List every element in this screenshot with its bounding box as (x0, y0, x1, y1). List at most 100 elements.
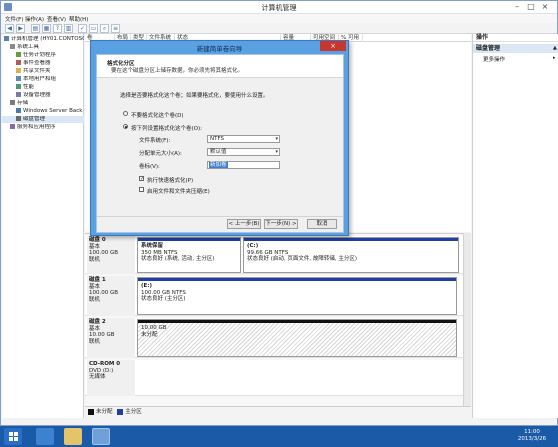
list-view-icon[interactable]: ≡ (111, 24, 120, 33)
radio-no-format-label[interactable]: 不要格式化这个卷(D) (131, 111, 184, 119)
filesystem-select[interactable]: NTFS ▾ (207, 135, 280, 143)
volume-label-input[interactable]: 新加卷 (207, 161, 280, 169)
menu-action[interactable]: 操作(A) (25, 15, 44, 23)
disk-label[interactable]: 磁盘 0 基本 100.00 GB 联机 (87, 236, 135, 274)
radio-no-format[interactable] (123, 111, 128, 116)
tree-item-label: 设备管理器 (23, 92, 51, 98)
allocation-unit-label: 分配单元大小(A): (139, 151, 182, 157)
tree-item[interactable]: 性能 (2, 84, 84, 91)
partition[interactable]: (E:) 100.00 GB NTFS 状态良好 (主分区) (137, 277, 457, 315)
tools-icon (10, 44, 15, 49)
wizard-body: 格式化分区 要在这个磁盘分区上储存数据，你必须先将其格式化。 选择是否要格式化这… (96, 54, 344, 233)
forward-icon[interactable]: ▶ (16, 24, 25, 33)
allocation-unit-value: 默认值 (210, 149, 227, 155)
partition-status: 状态良好 (主分区) (141, 296, 186, 302)
tree-item-label: 本地用户和组 (23, 76, 57, 82)
windows-logo-icon (9, 432, 18, 441)
chevron-down-icon: ▾ (275, 136, 278, 142)
folder-icon[interactable]: ▭ (89, 24, 98, 33)
quick-format-label[interactable]: 执行快速格式化(P) (147, 176, 193, 184)
disk-row: 磁盘 1 基本 100.00 GB 联机 (E:) 100.00 GB NTFS 状态良好 … (85, 276, 463, 316)
tree-item[interactable]: 磁盘管理 (2, 116, 84, 123)
tree-item[interactable]: 设备管理器 (2, 92, 84, 99)
radio-format-label[interactable]: 按下列设置格式化这个卷(O): (131, 124, 202, 132)
compression-label[interactable]: 启用文件和文件夹压缩(E) (147, 187, 210, 195)
partition-status: 状态良好 (系统, 活动, 主分区) (141, 256, 215, 262)
disk-state: 联机 (89, 296, 101, 303)
help-icon[interactable]: ? (53, 24, 62, 33)
disk-view-scrollbar[interactable] (463, 233, 471, 406)
tree-item[interactable]: 服务和应用程序 (2, 124, 84, 131)
tree-item[interactable]: Windows Server Back (2, 108, 84, 115)
actions-title: 操作 (473, 34, 558, 42)
disk-label[interactable]: 磁盘 1 基本 100.00 GB 联机 (87, 276, 135, 316)
quick-format-checkbox[interactable]: ✓ (139, 176, 144, 182)
new-simple-volume-wizard: 新建简单卷向导 × 格式化分区 要在这个磁盘分区上储存数据，你必须先将其格式化。… (90, 40, 349, 236)
properties-icon[interactable]: ▦ (42, 24, 51, 33)
title-bar: 计算机管理 – □ × (1, 1, 557, 14)
taskbar: 11:00 2013/3/26 (0, 426, 558, 447)
back-icon[interactable]: ◀ (5, 24, 14, 33)
tree-item-label: 任务计划程序 (23, 52, 57, 58)
collapse-icon[interactable]: ▲ (553, 45, 557, 51)
more-actions-link[interactable]: 更多操作 (483, 55, 505, 63)
chevron-right-icon[interactable]: ▸ (553, 55, 556, 61)
legend: 未分配 主分区 (85, 406, 471, 416)
disk-graphical-view: 磁盘 0 基本 100.00 GB 联机 系统保留 350 MB NTFS 状态良好 (系统… (85, 233, 471, 406)
computer-management-taskbar-icon[interactable] (92, 428, 110, 445)
up-icon[interactable]: ▤ (31, 24, 40, 33)
close-button[interactable]: × (539, 2, 551, 12)
tree-item-label: 服务和应用程序 (17, 124, 56, 130)
allocation-unit-select[interactable]: 默认值 ▾ (207, 148, 280, 156)
grid-icon[interactable]: ▥ (64, 24, 73, 33)
partition-color-bar (244, 238, 458, 241)
cancel-button[interactable]: 取消 (307, 219, 337, 229)
wizard-divider (97, 216, 343, 217)
compression-checkbox[interactable] (139, 187, 144, 192)
disk-label[interactable]: CD-ROM 0 DVD (D:) 无媒体 (87, 360, 135, 396)
partition[interactable]: 系统保留 350 MB NTFS 状态良好 (系统, 活动, 主分区) (137, 237, 241, 273)
next-button[interactable]: 下一步(N) > (264, 219, 298, 229)
actions-section-disk-management[interactable]: 磁盘管理 (473, 44, 558, 53)
minimize-button[interactable]: – (511, 2, 523, 12)
filesystem-label: 文件系统(F): (139, 138, 171, 144)
partition[interactable]: (C:) 99.66 GB NTFS 状态良好 (启动, 页面文件, 故障转储, 主… (243, 237, 459, 273)
tree-item[interactable]: 本地用户和组 (2, 76, 84, 83)
computer-icon (4, 36, 9, 41)
tree-item-label: 系统工具 (17, 44, 40, 50)
clock[interactable]: 11:00 2013/3/26 (510, 429, 554, 443)
tree-item[interactable]: 任务计划程序 (2, 52, 84, 59)
window-title: 计算机管理 (261, 4, 297, 12)
disk-row: CD-ROM 0 DVD (D:) 无媒体 (85, 360, 463, 396)
check-icon[interactable]: ✓ (78, 24, 87, 33)
menu-view[interactable]: 查看(V) (47, 15, 66, 23)
start-button[interactable] (4, 428, 22, 445)
tree-item[interactable]: 存储 (2, 100, 84, 107)
filesystem-value: NTFS (210, 136, 225, 142)
toolbar: ◀ ▶ ▤ ▦ ? ▥ ✓ ▭ ⌕ ≡ (1, 23, 557, 34)
tree-item[interactable]: 计算机管理 (HY01.CONTOSO (2, 36, 84, 43)
search-icon[interactable]: ⌕ (100, 24, 109, 33)
wizard-close-button[interactable]: × (320, 41, 346, 51)
clock-date: 2013/3/26 (517, 436, 547, 442)
unallocated-partition[interactable]: 10.00 GB 未分配 (137, 319, 457, 357)
file-explorer-icon[interactable] (64, 428, 82, 445)
back-button[interactable]: < 上一步(B) (227, 219, 261, 229)
disk-row: 磁盘 2 基本 10.00 GB 联机 10.00 GB 未分配 (85, 318, 463, 358)
tree-item-label: 存储 (17, 100, 29, 106)
volume-label-label: 卷标(V): (139, 164, 160, 170)
tree-item[interactable]: 事件查看器 (2, 60, 84, 67)
radio-format[interactable] (123, 124, 128, 129)
disk-label[interactable]: 磁盘 2 基本 10.00 GB 联机 (87, 318, 135, 358)
tree-item[interactable]: 共享文件夹 (2, 68, 84, 75)
maximize-button[interactable]: □ (525, 2, 537, 12)
server-manager-icon[interactable] (36, 428, 54, 445)
menu-help[interactable]: 帮助(H) (69, 15, 88, 23)
tree-item-label: 计算机管理 (HY01.CONTOSO (11, 36, 84, 42)
menu-file[interactable]: 文件(F) (5, 15, 23, 23)
tree-item[interactable]: 系统工具 (2, 44, 84, 51)
performance-icon (16, 84, 21, 89)
disk-row: 磁盘 0 基本 100.00 GB 联机 系统保留 350 MB NTFS 状态良好 (系统… (85, 236, 463, 274)
chevron-down-icon: ▾ (275, 149, 278, 155)
legend-primary-swatch (117, 408, 124, 415)
